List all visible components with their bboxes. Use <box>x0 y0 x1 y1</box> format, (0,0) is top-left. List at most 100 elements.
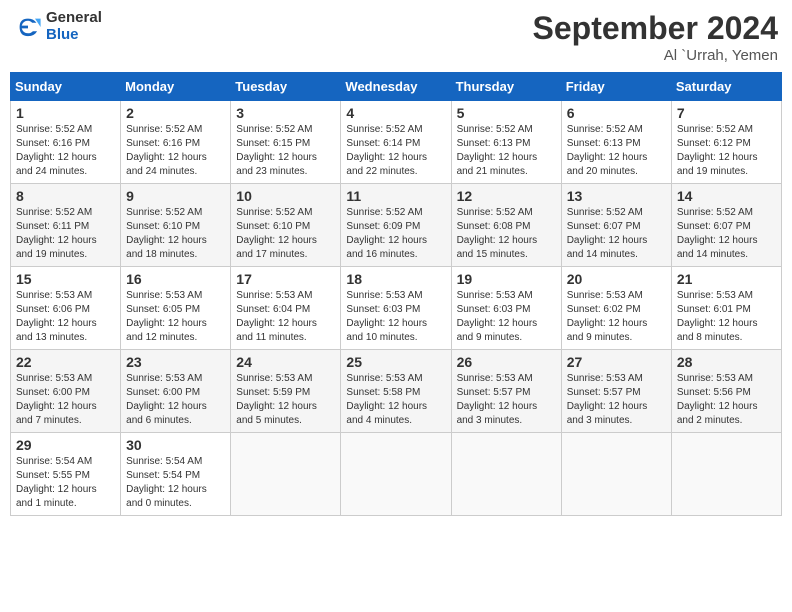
calendar-day-cell: 13 Sunrise: 5:52 AM Sunset: 6:07 PM Dayl… <box>561 184 671 267</box>
location-title: Al `Urrah, Yemen <box>533 47 778 64</box>
calendar-day-cell: 19 Sunrise: 5:53 AM Sunset: 6:03 PM Dayl… <box>451 267 561 350</box>
calendar-week-row: 15 Sunrise: 5:53 AM Sunset: 6:06 PM Dayl… <box>11 267 782 350</box>
day-number: 1 <box>16 105 115 121</box>
day-number: 28 <box>677 354 776 370</box>
calendar-day-cell: 18 Sunrise: 5:53 AM Sunset: 6:03 PM Dayl… <box>341 267 451 350</box>
day-info: Sunrise: 5:52 AM Sunset: 6:16 PM Dayligh… <box>16 123 115 179</box>
logo: General Blue <box>14 10 102 43</box>
day-number: 6 <box>567 105 666 121</box>
day-info: Sunrise: 5:52 AM Sunset: 6:10 PM Dayligh… <box>236 206 335 262</box>
calendar-header-row: SundayMondayTuesdayWednesdayThursdayFrid… <box>11 73 782 101</box>
logo-text: General Blue <box>46 10 102 43</box>
calendar-week-row: 1 Sunrise: 5:52 AM Sunset: 6:16 PM Dayli… <box>11 101 782 184</box>
day-info: Sunrise: 5:52 AM Sunset: 6:14 PM Dayligh… <box>346 123 445 179</box>
day-number: 22 <box>16 354 115 370</box>
title-area: September 2024 Al `Urrah, Yemen <box>533 10 778 64</box>
weekday-header: Monday <box>121 73 231 101</box>
month-title: September 2024 <box>533 10 778 47</box>
calendar-day-cell: 15 Sunrise: 5:53 AM Sunset: 6:06 PM Dayl… <box>11 267 121 350</box>
day-info: Sunrise: 5:52 AM Sunset: 6:09 PM Dayligh… <box>346 206 445 262</box>
calendar-day-cell <box>561 433 671 516</box>
day-number: 19 <box>457 271 556 287</box>
day-info: Sunrise: 5:53 AM Sunset: 5:56 PM Dayligh… <box>677 372 776 428</box>
weekday-header: Wednesday <box>341 73 451 101</box>
day-info: Sunrise: 5:53 AM Sunset: 6:03 PM Dayligh… <box>346 289 445 345</box>
day-number: 14 <box>677 188 776 204</box>
calendar-day-cell: 22 Sunrise: 5:53 AM Sunset: 6:00 PM Dayl… <box>11 350 121 433</box>
day-info: Sunrise: 5:53 AM Sunset: 6:02 PM Dayligh… <box>567 289 666 345</box>
calendar-week-row: 8 Sunrise: 5:52 AM Sunset: 6:11 PM Dayli… <box>11 184 782 267</box>
calendar-day-cell <box>231 433 341 516</box>
calendar-week-row: 22 Sunrise: 5:53 AM Sunset: 6:00 PM Dayl… <box>11 350 782 433</box>
weekday-header: Saturday <box>671 73 781 101</box>
day-info: Sunrise: 5:53 AM Sunset: 6:06 PM Dayligh… <box>16 289 115 345</box>
day-number: 2 <box>126 105 225 121</box>
day-number: 26 <box>457 354 556 370</box>
day-number: 17 <box>236 271 335 287</box>
day-number: 15 <box>16 271 115 287</box>
day-info: Sunrise: 5:53 AM Sunset: 6:04 PM Dayligh… <box>236 289 335 345</box>
calendar-day-cell: 10 Sunrise: 5:52 AM Sunset: 6:10 PM Dayl… <box>231 184 341 267</box>
calendar-day-cell: 3 Sunrise: 5:52 AM Sunset: 6:15 PM Dayli… <box>231 101 341 184</box>
calendar-day-cell: 20 Sunrise: 5:53 AM Sunset: 6:02 PM Dayl… <box>561 267 671 350</box>
day-number: 7 <box>677 105 776 121</box>
calendar-day-cell: 5 Sunrise: 5:52 AM Sunset: 6:13 PM Dayli… <box>451 101 561 184</box>
day-info: Sunrise: 5:52 AM Sunset: 6:13 PM Dayligh… <box>457 123 556 179</box>
day-number: 4 <box>346 105 445 121</box>
day-number: 5 <box>457 105 556 121</box>
day-info: Sunrise: 5:52 AM Sunset: 6:12 PM Dayligh… <box>677 123 776 179</box>
day-number: 16 <box>126 271 225 287</box>
day-info: Sunrise: 5:53 AM Sunset: 6:05 PM Dayligh… <box>126 289 225 345</box>
calendar-day-cell: 29 Sunrise: 5:54 AM Sunset: 5:55 PM Dayl… <box>11 433 121 516</box>
day-number: 24 <box>236 354 335 370</box>
logo-general-text: General <box>46 10 102 27</box>
day-number: 20 <box>567 271 666 287</box>
calendar-day-cell: 21 Sunrise: 5:53 AM Sunset: 6:01 PM Dayl… <box>671 267 781 350</box>
day-info: Sunrise: 5:52 AM Sunset: 6:16 PM Dayligh… <box>126 123 225 179</box>
day-number: 27 <box>567 354 666 370</box>
day-number: 11 <box>346 188 445 204</box>
weekday-header: Sunday <box>11 73 121 101</box>
day-number: 8 <box>16 188 115 204</box>
day-number: 3 <box>236 105 335 121</box>
day-number: 21 <box>677 271 776 287</box>
calendar-day-cell <box>341 433 451 516</box>
calendar-day-cell: 8 Sunrise: 5:52 AM Sunset: 6:11 PM Dayli… <box>11 184 121 267</box>
day-info: Sunrise: 5:52 AM Sunset: 6:10 PM Dayligh… <box>126 206 225 262</box>
day-number: 13 <box>567 188 666 204</box>
day-number: 12 <box>457 188 556 204</box>
day-info: Sunrise: 5:52 AM Sunset: 6:07 PM Dayligh… <box>677 206 776 262</box>
calendar-day-cell: 23 Sunrise: 5:53 AM Sunset: 6:00 PM Dayl… <box>121 350 231 433</box>
calendar-table: SundayMondayTuesdayWednesdayThursdayFrid… <box>10 72 782 516</box>
day-number: 9 <box>126 188 225 204</box>
day-number: 23 <box>126 354 225 370</box>
calendar-day-cell: 11 Sunrise: 5:52 AM Sunset: 6:09 PM Dayl… <box>341 184 451 267</box>
calendar-day-cell <box>671 433 781 516</box>
calendar-day-cell: 4 Sunrise: 5:52 AM Sunset: 6:14 PM Dayli… <box>341 101 451 184</box>
calendar-day-cell: 25 Sunrise: 5:53 AM Sunset: 5:58 PM Dayl… <box>341 350 451 433</box>
weekday-header: Tuesday <box>231 73 341 101</box>
calendar-day-cell: 30 Sunrise: 5:54 AM Sunset: 5:54 PM Dayl… <box>121 433 231 516</box>
day-info: Sunrise: 5:53 AM Sunset: 6:00 PM Dayligh… <box>16 372 115 428</box>
day-info: Sunrise: 5:53 AM Sunset: 6:03 PM Dayligh… <box>457 289 556 345</box>
calendar-day-cell: 14 Sunrise: 5:52 AM Sunset: 6:07 PM Dayl… <box>671 184 781 267</box>
weekday-header: Friday <box>561 73 671 101</box>
calendar-day-cell: 27 Sunrise: 5:53 AM Sunset: 5:57 PM Dayl… <box>561 350 671 433</box>
day-number: 25 <box>346 354 445 370</box>
day-info: Sunrise: 5:53 AM Sunset: 5:58 PM Dayligh… <box>346 372 445 428</box>
calendar-week-row: 29 Sunrise: 5:54 AM Sunset: 5:55 PM Dayl… <box>11 433 782 516</box>
calendar-day-cell: 28 Sunrise: 5:53 AM Sunset: 5:56 PM Dayl… <box>671 350 781 433</box>
day-number: 29 <box>16 437 115 453</box>
calendar-day-cell: 2 Sunrise: 5:52 AM Sunset: 6:16 PM Dayli… <box>121 101 231 184</box>
day-info: Sunrise: 5:54 AM Sunset: 5:54 PM Dayligh… <box>126 455 225 511</box>
day-info: Sunrise: 5:53 AM Sunset: 5:59 PM Dayligh… <box>236 372 335 428</box>
day-number: 10 <box>236 188 335 204</box>
logo-blue-text: Blue <box>46 27 102 44</box>
day-info: Sunrise: 5:52 AM Sunset: 6:13 PM Dayligh… <box>567 123 666 179</box>
day-info: Sunrise: 5:53 AM Sunset: 5:57 PM Dayligh… <box>457 372 556 428</box>
weekday-header: Thursday <box>451 73 561 101</box>
header: General Blue September 2024 Al `Urrah, Y… <box>10 10 782 64</box>
day-number: 18 <box>346 271 445 287</box>
calendar-day-cell: 7 Sunrise: 5:52 AM Sunset: 6:12 PM Dayli… <box>671 101 781 184</box>
day-info: Sunrise: 5:53 AM Sunset: 6:00 PM Dayligh… <box>126 372 225 428</box>
